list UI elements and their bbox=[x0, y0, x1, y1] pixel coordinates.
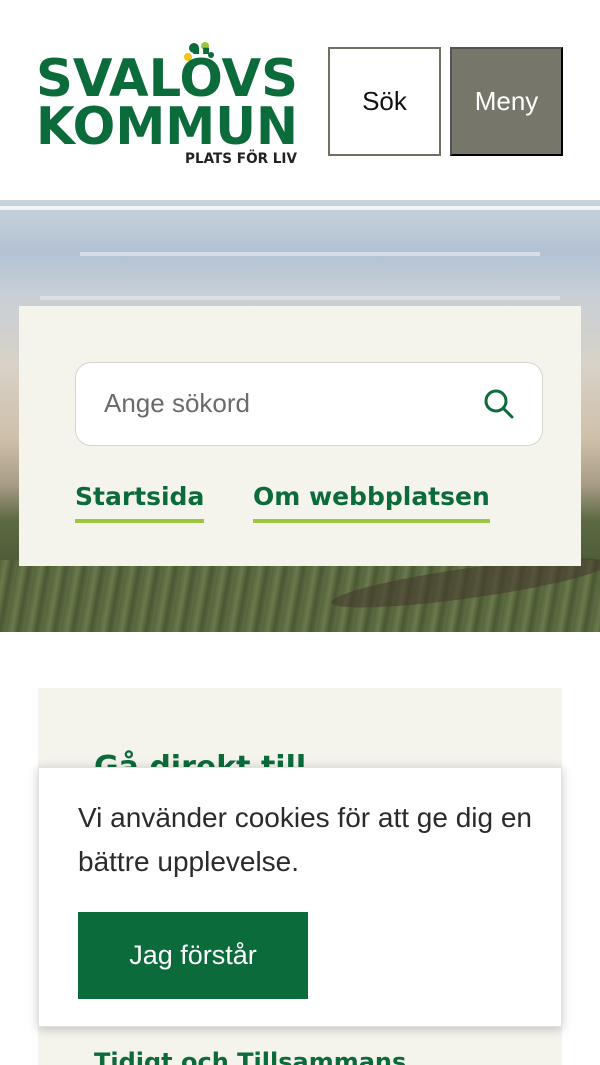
search-toggle-button[interactable]: Sök bbox=[328, 47, 441, 156]
sky-streak bbox=[40, 296, 560, 300]
logo-line2: KOMMUN bbox=[36, 97, 298, 157]
search-input[interactable] bbox=[104, 363, 474, 443]
site-logo[interactable]: SVALÖVS KOMMUN PLATS FÖR LIV bbox=[36, 40, 298, 166]
direct-link-tidigt-och-tillsammans[interactable]: Tidigt och Tillsammans bbox=[94, 1048, 406, 1065]
cookie-banner: Vi använder cookies för att ge dig en bä… bbox=[38, 767, 562, 1027]
search-box bbox=[75, 362, 543, 446]
cookie-message: Vi använder cookies för att ge dig en bä… bbox=[78, 802, 533, 877]
sky-streak bbox=[80, 252, 540, 256]
search-icon[interactable] bbox=[482, 387, 516, 421]
hero-banner: Startsida Om webbplatsen bbox=[0, 200, 600, 632]
link-om-webbplatsen[interactable]: Om webbplatsen bbox=[253, 482, 490, 523]
cookie-accept-button[interactable]: Jag förstår bbox=[78, 912, 308, 999]
logo-graphic: SVALÖVS KOMMUN PLATS FÖR LIV bbox=[36, 42, 298, 166]
logo-tagline: PLATS FÖR LIV bbox=[185, 149, 297, 166]
sky-streak bbox=[0, 206, 600, 210]
link-startsida[interactable]: Startsida bbox=[75, 482, 205, 523]
site-header: SVALÖVS KOMMUN PLATS FÖR LIV Sök Meny bbox=[0, 0, 600, 200]
menu-button[interactable]: Meny bbox=[450, 47, 563, 156]
search-panel: Startsida Om webbplatsen bbox=[19, 306, 581, 566]
